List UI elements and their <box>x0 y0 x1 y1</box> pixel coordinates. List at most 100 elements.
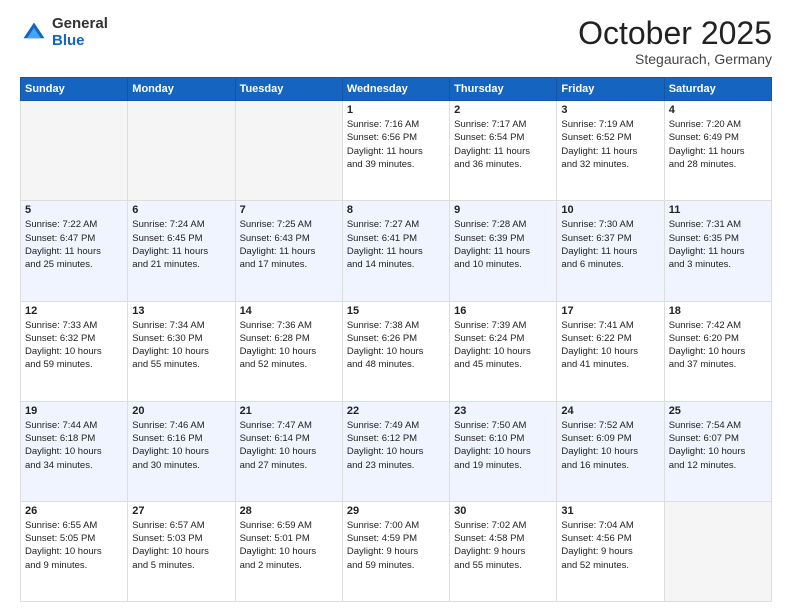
day-number: 13 <box>132 305 230 317</box>
col-saturday: Saturday <box>664 78 771 101</box>
day-info: Sunrise: 6:59 AM Sunset: 5:01 PM Dayligh… <box>240 519 338 572</box>
day-info: Sunrise: 7:04 AM Sunset: 4:56 PM Dayligh… <box>561 519 659 572</box>
day-number: 19 <box>25 405 123 417</box>
calendar-cell-w1-d3 <box>235 101 342 201</box>
calendar-cell-w2-d1: 5Sunrise: 7:22 AM Sunset: 6:47 PM Daylig… <box>21 201 128 301</box>
col-sunday: Sunday <box>21 78 128 101</box>
day-info: Sunrise: 7:16 AM Sunset: 6:56 PM Dayligh… <box>347 118 445 171</box>
page: General Blue October 2025 Stegaurach, Ge… <box>0 0 792 612</box>
calendar-cell-w3-d1: 12 Sunrise: 7:33 AM Sunset: 6:32 PM Dayli… <box>21 301 128 401</box>
col-tuesday: Tuesday <box>235 78 342 101</box>
day-info: Sunrise: 7:27 AM Sunset: 6:41 PM Dayligh… <box>347 218 445 271</box>
title-block: October 2025 Stegaurach, Germany <box>578 16 772 67</box>
day-info: Sunrise: 7:42 AM Sunset: 6:20 PM Dayligh… <box>669 319 767 372</box>
day-number: 22 <box>347 405 445 417</box>
logo-icon <box>20 19 48 47</box>
calendar-table: Sunday Monday Tuesday Wednesday Thursday… <box>20 77 772 602</box>
day-info: Sunrise: 7:02 AM Sunset: 4:58 PM Dayligh… <box>454 519 552 572</box>
calendar-cell-w3-d2: 13Sunrise: 7:34 AM Sunset: 6:30 PM Dayli… <box>128 301 235 401</box>
calendar-cell-w1-d1 <box>21 101 128 201</box>
calendar-cell-w5-d3: 28 Sunrise: 6:59 AM Sunset: 5:01 PM Dayli… <box>235 501 342 601</box>
day-number: 12 <box>25 305 123 317</box>
day-info: Sunrise: 7:39 AM Sunset: 6:24 PM Dayligh… <box>454 319 552 372</box>
calendar-cell-w1-d2 <box>128 101 235 201</box>
logo: General Blue <box>20 16 108 49</box>
day-info: Sunrise: 7:54 AM Sunset: 6:07 PM Dayligh… <box>669 419 767 472</box>
day-number: 6 <box>132 204 230 216</box>
calendar-cell-w5-d4: 29Sunrise: 7:00 AM Sunset: 4:59 PM Dayli… <box>342 501 449 601</box>
calendar-cell-w1-d4: 1 Sunrise: 7:16 AM Sunset: 6:56 PM Daylig… <box>342 101 449 201</box>
calendar-cell-w3-d3: 14Sunrise: 7:36 AM Sunset: 6:28 PM Dayli… <box>235 301 342 401</box>
day-info: Sunrise: 6:57 AM Sunset: 5:03 PM Dayligh… <box>132 519 230 572</box>
day-number: 2 <box>454 104 552 116</box>
day-number: 30 <box>454 505 552 517</box>
day-number: 15 <box>347 305 445 317</box>
calendar-cell-w2-d2: 6 Sunrise: 7:24 AM Sunset: 6:45 PM Daylig… <box>128 201 235 301</box>
col-friday: Friday <box>557 78 664 101</box>
day-info: Sunrise: 7:47 AM Sunset: 6:14 PM Dayligh… <box>240 419 338 472</box>
day-info: Sunrise: 7:31 AM Sunset: 6:35 PM Dayligh… <box>669 218 767 271</box>
calendar-cell-w4-d2: 20 Sunrise: 7:46 AM Sunset: 6:16 PM Dayli… <box>128 401 235 501</box>
calendar-cell-w1-d7: 4 Sunrise: 7:20 AM Sunset: 6:49 PM Daylig… <box>664 101 771 201</box>
day-info: Sunrise: 7:24 AM Sunset: 6:45 PM Dayligh… <box>132 218 230 271</box>
day-info: Sunrise: 7:46 AM Sunset: 6:16 PM Dayligh… <box>132 419 230 472</box>
calendar-cell-w3-d7: 18 Sunrise: 7:42 AM Sunset: 6:20 PM Dayli… <box>664 301 771 401</box>
day-number: 7 <box>240 204 338 216</box>
calendar-cell-w3-d4: 15Sunrise: 7:38 AM Sunset: 6:26 PM Dayli… <box>342 301 449 401</box>
calendar-week-2: 5Sunrise: 7:22 AM Sunset: 6:47 PM Daylig… <box>21 201 772 301</box>
day-number: 1 <box>347 104 445 116</box>
day-number: 4 <box>669 104 767 116</box>
calendar-cell-w2-d3: 7 Sunrise: 7:25 AM Sunset: 6:43 PM Daylig… <box>235 201 342 301</box>
header: General Blue October 2025 Stegaurach, Ge… <box>20 16 772 67</box>
calendar-week-4: 19 Sunrise: 7:44 AM Sunset: 6:18 PM Dayli… <box>21 401 772 501</box>
day-number: 25 <box>669 405 767 417</box>
day-info: Sunrise: 7:19 AM Sunset: 6:52 PM Dayligh… <box>561 118 659 171</box>
day-number: 11 <box>669 204 767 216</box>
day-number: 27 <box>132 505 230 517</box>
calendar-cell-w5-d2: 27 Sunrise: 6:57 AM Sunset: 5:03 PM Dayli… <box>128 501 235 601</box>
logo-blue: Blue <box>52 33 108 50</box>
day-info: Sunrise: 7:17 AM Sunset: 6:54 PM Dayligh… <box>454 118 552 171</box>
calendar-cell-w3-d6: 17Sunrise: 7:41 AM Sunset: 6:22 PM Dayli… <box>557 301 664 401</box>
day-number: 3 <box>561 104 659 116</box>
calendar-cell-w4-d3: 21 Sunrise: 7:47 AM Sunset: 6:14 PM Dayli… <box>235 401 342 501</box>
calendar-cell-w3-d5: 16 Sunrise: 7:39 AM Sunset: 6:24 PM Dayli… <box>450 301 557 401</box>
day-number: 28 <box>240 505 338 517</box>
day-info: Sunrise: 7:20 AM Sunset: 6:49 PM Dayligh… <box>669 118 767 171</box>
calendar-cell-w2-d5: 9Sunrise: 7:28 AM Sunset: 6:39 PM Daylig… <box>450 201 557 301</box>
day-number: 16 <box>454 305 552 317</box>
calendar-cell-w5-d1: 26Sunrise: 6:55 AM Sunset: 5:05 PM Dayli… <box>21 501 128 601</box>
day-info: Sunrise: 7:50 AM Sunset: 6:10 PM Dayligh… <box>454 419 552 472</box>
day-info: Sunrise: 7:28 AM Sunset: 6:39 PM Dayligh… <box>454 218 552 271</box>
calendar-cell-w4-d4: 22 Sunrise: 7:49 AM Sunset: 6:12 PM Dayli… <box>342 401 449 501</box>
calendar-cell-w2-d4: 8 Sunrise: 7:27 AM Sunset: 6:41 PM Daylig… <box>342 201 449 301</box>
day-number: 17 <box>561 305 659 317</box>
day-number: 8 <box>347 204 445 216</box>
day-number: 14 <box>240 305 338 317</box>
day-number: 20 <box>132 405 230 417</box>
day-number: 21 <box>240 405 338 417</box>
logo-general: General <box>52 16 108 33</box>
col-wednesday: Wednesday <box>342 78 449 101</box>
calendar-week-3: 12 Sunrise: 7:33 AM Sunset: 6:32 PM Dayli… <box>21 301 772 401</box>
day-number: 24 <box>561 405 659 417</box>
calendar-cell-w1-d5: 2 Sunrise: 7:17 AM Sunset: 6:54 PM Daylig… <box>450 101 557 201</box>
calendar-cell-w4-d5: 23 Sunrise: 7:50 AM Sunset: 6:10 PM Dayli… <box>450 401 557 501</box>
day-number: 18 <box>669 305 767 317</box>
calendar-cell-w2-d6: 10 Sunrise: 7:30 AM Sunset: 6:37 PM Dayli… <box>557 201 664 301</box>
day-info: Sunrise: 7:44 AM Sunset: 6:18 PM Dayligh… <box>25 419 123 472</box>
calendar-cell-w5-d5: 30 Sunrise: 7:02 AM Sunset: 4:58 PM Dayli… <box>450 501 557 601</box>
calendar-cell-w2-d7: 11 Sunrise: 7:31 AM Sunset: 6:35 PM Dayli… <box>664 201 771 301</box>
day-info: Sunrise: 7:22 AM Sunset: 6:47 PM Dayligh… <box>25 218 123 271</box>
calendar-cell-w4-d6: 24Sunrise: 7:52 AM Sunset: 6:09 PM Dayli… <box>557 401 664 501</box>
calendar-header-row: Sunday Monday Tuesday Wednesday Thursday… <box>21 78 772 101</box>
day-info: Sunrise: 7:30 AM Sunset: 6:37 PM Dayligh… <box>561 218 659 271</box>
day-info: Sunrise: 7:25 AM Sunset: 6:43 PM Dayligh… <box>240 218 338 271</box>
day-info: Sunrise: 7:00 AM Sunset: 4:59 PM Dayligh… <box>347 519 445 572</box>
day-info: Sunrise: 7:33 AM Sunset: 6:32 PM Dayligh… <box>25 319 123 372</box>
day-info: Sunrise: 7:49 AM Sunset: 6:12 PM Dayligh… <box>347 419 445 472</box>
location: Stegaurach, Germany <box>578 51 772 67</box>
day-number: 10 <box>561 204 659 216</box>
day-number: 31 <box>561 505 659 517</box>
day-number: 23 <box>454 405 552 417</box>
